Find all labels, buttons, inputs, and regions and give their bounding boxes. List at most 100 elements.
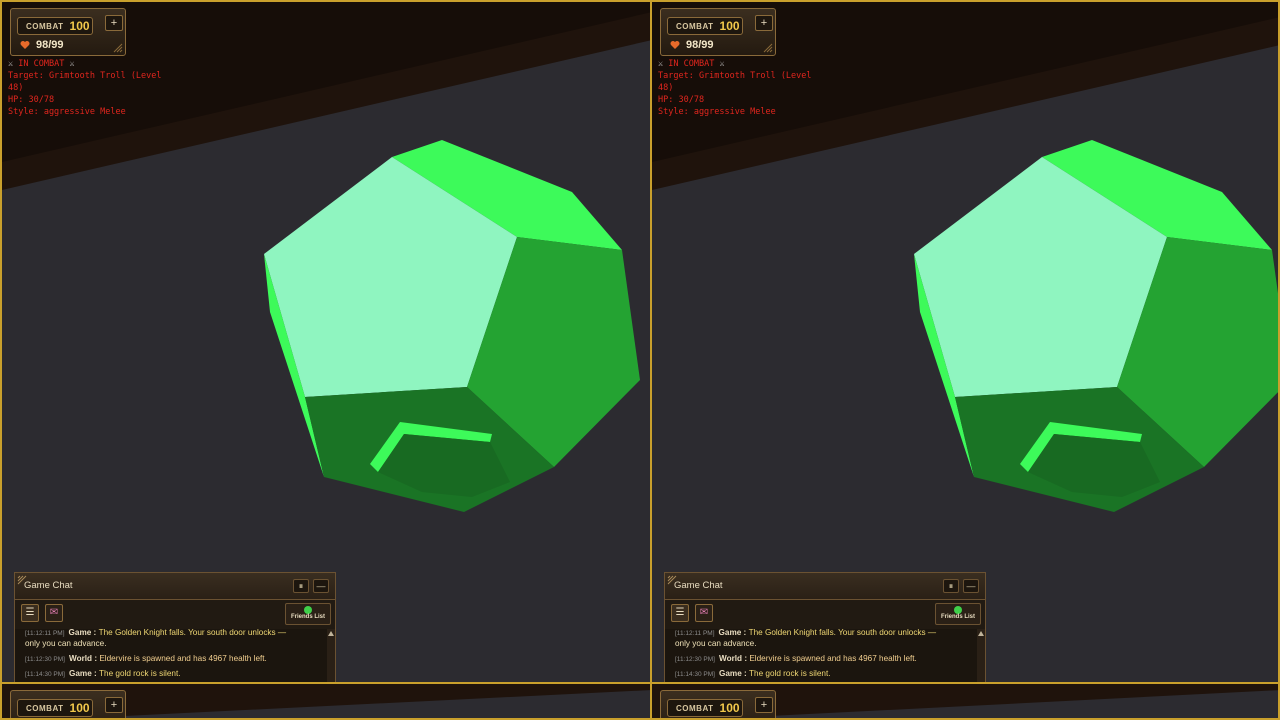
resize-handle-icon[interactable] <box>113 43 123 53</box>
target-hp: HP: 30/78 <box>8 95 55 105</box>
combat-level-widget: COMBAT 100 + <box>660 690 776 718</box>
crossed-swords-icon: ⚔ <box>69 59 75 69</box>
chat-pause-button[interactable]: ⏸ <box>943 579 959 593</box>
combat-level-value: 100 <box>69 19 90 33</box>
game-view-bottom-left[interactable]: COMBAT 100 + <box>0 682 652 720</box>
combat-level-widget: COMBAT 100 + 98/99 <box>10 8 126 56</box>
chat-minimize-button[interactable]: — <box>313 579 329 593</box>
message-text: The gold rock is silent. <box>749 669 831 678</box>
message-channel: Game <box>68 629 92 637</box>
target-hp: HP: 30/78 <box>658 95 705 105</box>
combat-label-text: COMBAT <box>26 21 64 31</box>
target-line-cont: 48) <box>658 83 674 93</box>
chat-pause-button[interactable]: ⏸ <box>293 579 309 593</box>
target-line: Target: Grimtooth Troll (Level <box>658 71 812 81</box>
expand-button[interactable]: + <box>755 697 773 713</box>
hitpoints-row: 98/99 <box>20 39 64 51</box>
chat-message: [11:14:30 PM] Game : The gold rock is sil… <box>675 669 831 678</box>
message-text: The Golden Knight falls. Your south door… <box>98 629 287 637</box>
hitpoints-row: 98/99 <box>670 39 714 51</box>
message-text: Eldervire is spawned and has 4967 health… <box>99 654 267 663</box>
crossed-swords-icon: ⚔ <box>719 59 725 69</box>
scroll-up-icon[interactable] <box>978 631 984 636</box>
chat-title: Game Chat <box>674 580 723 591</box>
combat-level-label: COMBAT 100 <box>17 699 93 717</box>
chat-message: [11:12:30 PM] World : Eldervire is spawne… <box>25 654 267 663</box>
combat-level-label: COMBAT 100 <box>667 699 743 717</box>
message-text: The Golden Knight falls. Your south door… <box>748 629 937 637</box>
game-chat-panel: Game Chat ⏸ — ☰ ✉ Friends List [11:12:11… <box>14 572 336 682</box>
message-channel: Game <box>69 669 92 678</box>
combat-level-widget: COMBAT 100 + 98/99 <box>660 8 776 56</box>
chat-tab-mail[interactable]: ✉ <box>695 604 713 622</box>
message-time: [11:14:30 PM] <box>675 671 715 678</box>
message-channel: World <box>69 654 93 663</box>
resize-handle-icon[interactable] <box>763 43 773 53</box>
chat-tab-all[interactable]: ☰ <box>21 604 39 622</box>
combat-style: Style: aggressive Melee <box>8 107 126 117</box>
combat-status: IN COMBAT <box>668 59 715 69</box>
chat-message: [11:14:30 PM] Game : The gold rock is sil… <box>25 669 181 678</box>
combat-level-label: COMBAT 100 <box>667 17 743 35</box>
message-channel: Game <box>719 669 742 678</box>
chat-tab-all[interactable]: ☰ <box>671 604 689 622</box>
combat-label-text: COMBAT <box>676 21 714 31</box>
friends-list-button[interactable]: Friends List <box>935 603 981 625</box>
list-icon: ☰ <box>25 607 35 618</box>
chat-toolbar: ☰ ✉ Friends List <box>15 599 335 627</box>
combat-level-label: COMBAT 100 <box>17 17 93 35</box>
scroll-up-icon[interactable] <box>328 631 334 636</box>
combat-status-panel: ⚔ IN COMBAT ⚔ Target: Grimtooth Troll (L… <box>8 58 188 118</box>
message-channel: World <box>719 654 743 663</box>
target-line-cont: 48) <box>8 83 24 93</box>
expand-button[interactable]: + <box>105 15 123 31</box>
message-time: [11:12:11 PM] <box>25 630 65 637</box>
friends-list-label: Friends List <box>940 614 975 620</box>
combat-label-text: COMBAT <box>26 703 64 713</box>
message-time: [11:12:30 PM] <box>25 656 65 663</box>
pause-icon: ⏸ <box>948 581 954 591</box>
expand-button[interactable]: + <box>755 15 773 31</box>
game-chat-panel: Game Chat ⏸ — ☰ ✉ Friends List [11:12:11… <box>664 572 986 682</box>
message-time: [11:14:30 PM] <box>25 671 65 678</box>
message-text: Eldervire is spawned and has 4967 health… <box>749 654 917 663</box>
game-view-left[interactable]: COMBAT 100 + 98/99 ⚔ IN COMBAT ⚔ Target:… <box>0 0 652 684</box>
smiley-icon <box>304 606 312 614</box>
combat-level-widget: COMBAT 100 + <box>10 690 126 718</box>
chat-message: [11:12:30 PM] World : Eldervire is spawne… <box>675 654 917 663</box>
chat-messages[interactable]: [11:12:11 PM] Game : The Golden Knight fa… <box>15 629 327 682</box>
hitpoints-value: 98/99 <box>36 39 64 51</box>
chat-title: Game Chat <box>24 580 73 591</box>
crossed-swords-icon: ⚔ <box>658 59 664 69</box>
game-view-bottom-right[interactable]: COMBAT 100 + <box>650 682 1280 720</box>
message-text: The gold rock is silent. <box>99 669 181 678</box>
combat-label-text: COMBAT <box>676 703 714 713</box>
chat-message-cont: only you can advance. <box>675 639 757 648</box>
friends-list-label: Friends List <box>290 614 325 620</box>
message-time: [11:12:11 PM] <box>675 630 715 637</box>
chat-minimize-button[interactable]: — <box>963 579 979 593</box>
heart-icon <box>670 41 680 49</box>
game-view-right[interactable]: COMBAT 100 + 98/99 ⚔ IN COMBAT ⚔ Target:… <box>650 0 1280 684</box>
combat-status: IN COMBAT <box>18 59 65 69</box>
combat-style: Style: aggressive Melee <box>658 107 776 117</box>
chat-scrollbar[interactable] <box>327 629 335 682</box>
list-icon: ☰ <box>675 607 685 618</box>
message-time: [11:12:30 PM] <box>675 656 715 663</box>
combat-level-value: 100 <box>719 19 740 33</box>
heart-icon <box>20 41 30 49</box>
smiley-icon <box>954 606 962 614</box>
message-channel: Game <box>718 629 742 637</box>
chat-toolbar: ☰ ✉ Friends List <box>665 599 985 627</box>
mail-icon: ✉ <box>699 607 709 618</box>
expand-button[interactable]: + <box>105 697 123 713</box>
chat-header: Game Chat ⏸ — <box>15 573 335 600</box>
chat-message-cont: only you can advance. <box>25 639 107 648</box>
chat-header: Game Chat ⏸ — <box>665 573 985 600</box>
friends-list-button[interactable]: Friends List <box>285 603 331 625</box>
chat-tab-mail[interactable]: ✉ <box>45 604 63 622</box>
crossed-swords-icon: ⚔ <box>8 59 14 69</box>
mail-icon: ✉ <box>49 607 59 618</box>
chat-messages[interactable]: [11:12:11 PM] Game : The Golden Knight fa… <box>665 629 977 682</box>
chat-scrollbar[interactable] <box>977 629 985 682</box>
